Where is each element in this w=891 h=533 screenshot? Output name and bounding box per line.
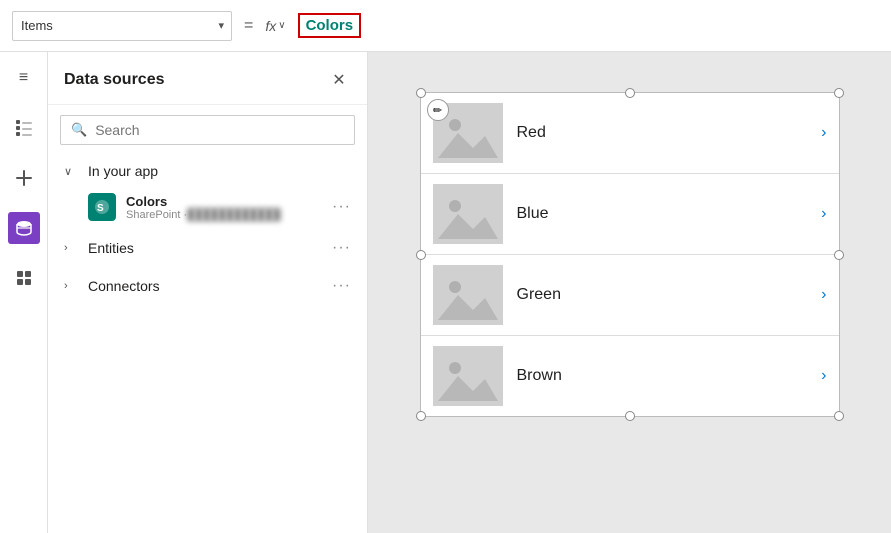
gallery-row: Red › (421, 93, 839, 174)
datasource-info: Colors SharePoint · ████████████ (126, 194, 322, 221)
gallery-row: Blue › (421, 174, 839, 255)
panel-header: Data sources ✕ (48, 52, 367, 105)
handle-mid-right[interactable] (834, 250, 844, 260)
row-label-green: Green (517, 286, 808, 304)
edit-pencil-button[interactable]: ✏ (427, 99, 449, 121)
sidebar-icons: ≡ (0, 52, 48, 533)
datasource-name: Colors (126, 194, 322, 209)
entities-item[interactable]: › Entities ··· (48, 231, 367, 265)
handle-bottom-right[interactable] (834, 411, 844, 421)
items-select[interactable]: Items (12, 11, 232, 41)
hamburger-menu-icon[interactable]: ≡ (8, 62, 40, 94)
fx-label: fx (265, 18, 276, 34)
top-bar: Items = fx ∨ Colors (0, 0, 891, 52)
add-icon[interactable] (8, 162, 40, 194)
svg-text:S: S (97, 203, 104, 214)
row-label-blue: Blue (517, 205, 808, 223)
items-select-wrapper[interactable]: Items (12, 11, 232, 41)
chevron-right-icon: › (64, 242, 80, 254)
in-your-app-label: In your app (88, 163, 351, 179)
gallery-row: Green › (421, 255, 839, 336)
colors-datasource-item[interactable]: S Colors SharePoint · ████████████ ··· (48, 187, 367, 227)
connectors-item[interactable]: › Connectors ··· (48, 269, 367, 303)
handle-top-left[interactable] (416, 88, 426, 98)
component-icon[interactable] (8, 262, 40, 294)
row-label-brown: Brown (517, 367, 808, 385)
handle-top-right[interactable] (834, 88, 844, 98)
tree-view-icon[interactable] (8, 112, 40, 144)
datasource-more-icon[interactable]: ··· (332, 198, 351, 216)
content-area: ✏ Red › (368, 52, 891, 533)
gallery-row: Brown › (421, 336, 839, 416)
row-chevron-red[interactable]: › (821, 124, 826, 142)
handle-bottom-mid[interactable] (625, 411, 635, 421)
search-icon: 🔍 (71, 122, 87, 138)
data-sources-panel: Data sources ✕ 🔍 ∨ In your app S (48, 52, 368, 533)
datasource-subtitle: SharePoint · ████████████ (126, 209, 322, 221)
row-label-red: Red (517, 124, 808, 142)
chevron-down-icon: ∨ (64, 165, 80, 178)
image-placeholder-green (433, 265, 503, 325)
row-chevron-blue[interactable]: › (821, 205, 826, 223)
row-chevron-green[interactable]: › (821, 286, 826, 304)
handle-top-mid[interactable] (625, 88, 635, 98)
fx-chevron-icon: ∨ (278, 20, 285, 31)
formula-value[interactable]: Colors (298, 13, 362, 38)
datasource-url-blurred: ████████████ (187, 209, 281, 221)
equals-sign: = (244, 17, 253, 35)
close-button[interactable]: ✕ (327, 68, 351, 92)
sharepoint-icon: S (88, 193, 116, 221)
connectors-label: Connectors (88, 278, 324, 294)
in-your-app-item[interactable]: ∨ In your app (48, 155, 367, 187)
image-placeholder-brown (433, 346, 503, 406)
entities-label: Entities (88, 240, 324, 256)
image-placeholder-blue (433, 184, 503, 244)
connectors-more-icon[interactable]: ··· (332, 277, 351, 295)
in-your-app-section: ∨ In your app S Colors SharePoint · ████… (48, 155, 367, 231)
database-icon[interactable] (8, 212, 40, 244)
connectors-section: › Connectors ··· (48, 269, 367, 307)
main-layout: ≡ (0, 52, 891, 533)
entities-section: › Entities ··· (48, 231, 367, 269)
sharepoint-prefix: SharePoint · (126, 209, 187, 221)
fx-button[interactable]: fx ∨ (265, 18, 285, 34)
row-chevron-brown[interactable]: › (821, 367, 826, 385)
search-input[interactable] (95, 122, 344, 138)
entities-more-icon[interactable]: ··· (332, 239, 351, 257)
search-box[interactable]: 🔍 (60, 115, 355, 145)
panel-title: Data sources (64, 71, 165, 89)
gallery-widget: ✏ Red › (420, 92, 840, 417)
chevron-right-icon: › (64, 280, 80, 292)
handle-bottom-left[interactable] (416, 411, 426, 421)
handle-mid-left[interactable] (416, 250, 426, 260)
